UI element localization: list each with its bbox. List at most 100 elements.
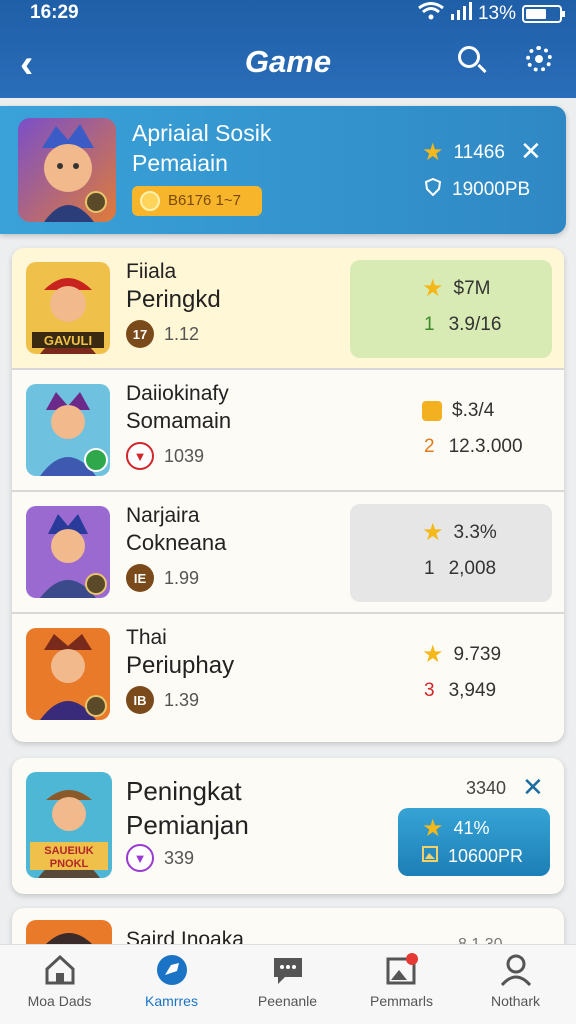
card-count: 3340 xyxy=(466,778,507,798)
player-name-line2: Periuphay xyxy=(126,652,235,679)
player-level: IB 1.39 xyxy=(126,686,199,714)
star-icon: ★ xyxy=(422,139,444,166)
player-avatar: SAUEIUK PNOKL xyxy=(26,772,112,878)
stat-rank-value: 3.9/16 xyxy=(448,314,502,335)
stat-rank: 1 2,008 xyxy=(424,558,496,580)
star-icon: ★ xyxy=(422,814,444,842)
level-value: 1.39 xyxy=(164,689,200,710)
stat-rank: 1 3.9/16 xyxy=(424,314,501,336)
featured-stat-points: 19000PB xyxy=(424,177,531,202)
rank-number: 1 xyxy=(424,314,435,335)
player-name-line1: Daiiokinafy xyxy=(126,382,229,405)
battery-icon xyxy=(522,5,565,23)
tab-gallery[interactable]: Pemmarls xyxy=(344,953,459,1009)
player-name-line1: Narjaira xyxy=(126,504,200,527)
card-title-line2: Pemianjan xyxy=(126,810,249,840)
coin-icon xyxy=(140,191,160,211)
stat-rank: 2 12.3.000 xyxy=(424,436,523,458)
player-level: ▼ 1039 xyxy=(126,442,204,470)
stat-score-value: $7M xyxy=(453,278,491,299)
page-title: Game xyxy=(244,44,332,79)
card-stat-score: ★ 41% xyxy=(422,814,490,842)
svg-text:PNOKL: PNOKL xyxy=(50,858,89,870)
image-icon xyxy=(422,846,438,867)
stat-score-value: 9.739 xyxy=(453,644,502,665)
stat-score-value: $.3/4 xyxy=(452,400,495,421)
rank-number: 3 xyxy=(424,680,435,701)
gem-icon: ▼ xyxy=(126,442,154,470)
featured-avatar xyxy=(18,118,116,222)
level-badge: 17 xyxy=(126,320,154,348)
tab-label: Pemmarls xyxy=(369,993,433,1009)
player-stats: ★ 9.739 3 3,949 xyxy=(350,626,552,724)
player-name-line2: Somamain xyxy=(126,408,232,433)
level-badge: IB xyxy=(126,686,154,714)
chest-icon xyxy=(422,401,442,421)
tab-label: Moa Dads xyxy=(27,993,92,1009)
player-name-line1: Fiiala xyxy=(126,260,177,283)
card-stats-button[interactable]: ★ 41% 10600PR xyxy=(398,808,550,876)
featured-title: Apriaial Sosik xyxy=(132,120,272,146)
list-item[interactable]: GAVULI Fiiala Peringkd 17 1.12 ★ $7M 1 3… xyxy=(12,248,564,370)
stat-rank: 3 3,949 xyxy=(424,680,496,702)
list-item[interactable]: Narjaira Cokneana IE 1.99 ★ 3.3% 1 2,008 xyxy=(12,492,564,614)
image-icon xyxy=(385,953,419,987)
gear-icon[interactable] xyxy=(526,46,552,72)
status-bar: 16:29 13% xyxy=(0,0,576,26)
home-icon xyxy=(43,953,77,987)
stat-score-value: 3.3% xyxy=(453,522,497,543)
card-stat-points: 10600PR xyxy=(422,846,523,867)
level-value: 1039 xyxy=(164,445,205,466)
featured-score-value: 11466 xyxy=(453,142,505,163)
stat-score: ★ 3.3% xyxy=(422,521,497,545)
stat-rank-value: 12.3.000 xyxy=(448,436,523,457)
player-avatar xyxy=(26,384,110,476)
close-icon[interactable]: ✕ xyxy=(522,772,544,803)
status-icons: 13% xyxy=(418,2,565,26)
tab-label: Kamrres xyxy=(145,993,198,1009)
stat-score: ★ $7M xyxy=(422,275,491,302)
player-stats: $.3/4 2 12.3.000 xyxy=(350,382,552,480)
player-name-line2: Peringkd xyxy=(126,286,221,313)
wifi-icon xyxy=(418,2,444,26)
games-icon xyxy=(155,953,189,987)
player-avatar xyxy=(26,506,110,598)
tab-games[interactable]: Kamrres xyxy=(114,953,229,1009)
level-value: 1.99 xyxy=(164,567,200,588)
stat-score: $.3/4 xyxy=(422,400,494,422)
signal-icon xyxy=(450,2,472,26)
rank-number: 1 xyxy=(424,558,435,579)
svg-text:SAUEIUK: SAUEIUK xyxy=(44,845,94,857)
status-time: 16:29 xyxy=(30,2,79,23)
tab-home[interactable]: Moa Dads xyxy=(2,953,117,1009)
tab-label: Nothark xyxy=(490,993,541,1009)
level-badge: IE xyxy=(126,564,154,592)
rank-card[interactable]: SAUEIUK PNOKL Peningkat Pemianjan ▼ 339 … xyxy=(12,758,564,894)
player-stats: ★ $7M 1 3.9/16 xyxy=(350,260,552,358)
close-icon[interactable]: ✕ xyxy=(520,136,542,167)
featured-points-value: 19000PB xyxy=(452,179,531,200)
ranking-list: GAVULI Fiiala Peringkd 17 1.12 ★ $7M 1 3… xyxy=(12,248,564,742)
player-level: IE 1.99 xyxy=(126,564,199,592)
tab-chat[interactable]: Peenanle xyxy=(230,953,345,1009)
shield-icon xyxy=(424,177,442,202)
star-icon: ★ xyxy=(422,641,444,668)
featured-card[interactable]: Apriaial Sosik Pemaiain B6176 1~7 ★ 1146… xyxy=(0,106,566,234)
chat-icon xyxy=(271,953,305,987)
card-stat-score-value: 41% xyxy=(453,818,490,838)
tab-profile[interactable]: Nothark xyxy=(458,953,573,1009)
player-avatar: GAVULI xyxy=(26,262,110,354)
list-item[interactable]: Thai Periuphay IB 1.39 ★ 9.739 3 3,949 xyxy=(12,614,564,742)
rank-number: 2 xyxy=(424,436,435,457)
featured-reward-text: B6176 1~7 xyxy=(168,192,241,209)
star-icon: ★ xyxy=(422,275,444,302)
list-item[interactable]: Daiiokinafy Somamain ▼ 1039 $.3/4 2 12.3… xyxy=(12,370,564,492)
featured-reward-pill[interactable]: B6176 1~7 xyxy=(132,186,262,216)
search-icon[interactable] xyxy=(458,46,480,68)
featured-stat-score: ★ 11466 xyxy=(422,139,505,166)
featured-subtitle: Pemaiain xyxy=(132,150,228,176)
battery-percent: 13% xyxy=(477,3,516,24)
gem-icon: ▼ xyxy=(126,844,154,872)
level-value: 1.12 xyxy=(164,323,200,344)
stat-score: ★ 9.739 xyxy=(422,641,502,668)
